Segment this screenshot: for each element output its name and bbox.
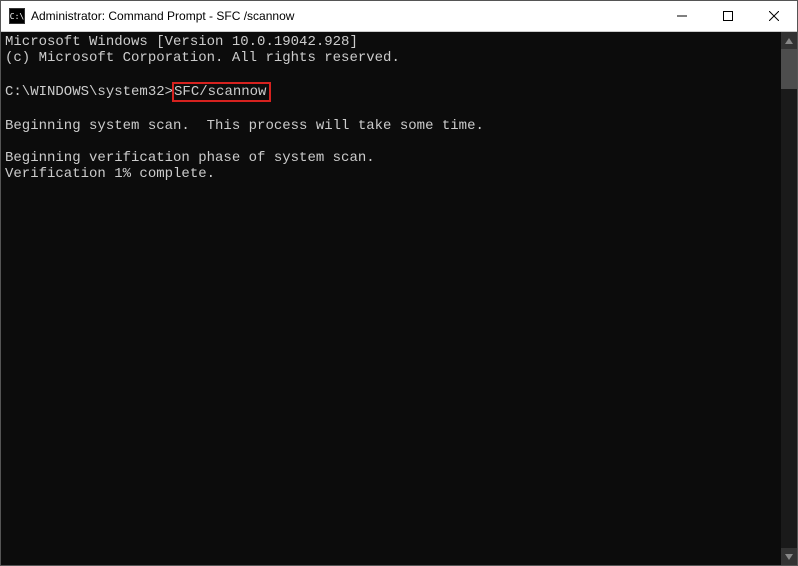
titlebar[interactable]: C:\ Administrator: Command Prompt - SFC … bbox=[1, 1, 797, 32]
maximize-icon bbox=[723, 11, 733, 21]
maximize-button[interactable] bbox=[705, 1, 751, 31]
command-highlight: SFC/scannow bbox=[172, 82, 271, 102]
scroll-thumb[interactable] bbox=[781, 49, 797, 89]
cmd-icon: C:\ bbox=[9, 8, 25, 24]
scroll-up-button[interactable] bbox=[781, 32, 797, 49]
window-controls bbox=[659, 1, 797, 31]
output-line: Beginning system scan. This process will… bbox=[5, 118, 484, 134]
terminal-output[interactable]: Microsoft Windows [Version 10.0.19042.92… bbox=[1, 32, 781, 565]
terminal-area: Microsoft Windows [Version 10.0.19042.92… bbox=[1, 32, 797, 565]
chevron-down-icon bbox=[785, 554, 793, 560]
close-button[interactable] bbox=[751, 1, 797, 31]
scrollbar[interactable] bbox=[781, 32, 797, 565]
close-icon bbox=[769, 11, 779, 21]
output-line: (c) Microsoft Corporation. All rights re… bbox=[5, 50, 400, 66]
chevron-up-icon bbox=[785, 38, 793, 44]
output-line: Microsoft Windows [Version 10.0.19042.92… bbox=[5, 34, 358, 50]
scroll-down-button[interactable] bbox=[781, 548, 797, 565]
command-text: SFC/scannow bbox=[174, 84, 266, 100]
window-title: Administrator: Command Prompt - SFC /sca… bbox=[31, 9, 659, 23]
minimize-icon bbox=[677, 11, 687, 21]
output-line: Beginning verification phase of system s… bbox=[5, 150, 375, 166]
minimize-button[interactable] bbox=[659, 1, 705, 31]
command-prompt-window: C:\ Administrator: Command Prompt - SFC … bbox=[0, 0, 798, 566]
output-line: Verification 1% complete. bbox=[5, 166, 215, 182]
prompt-path: C:\WINDOWS\system32> bbox=[5, 84, 173, 100]
